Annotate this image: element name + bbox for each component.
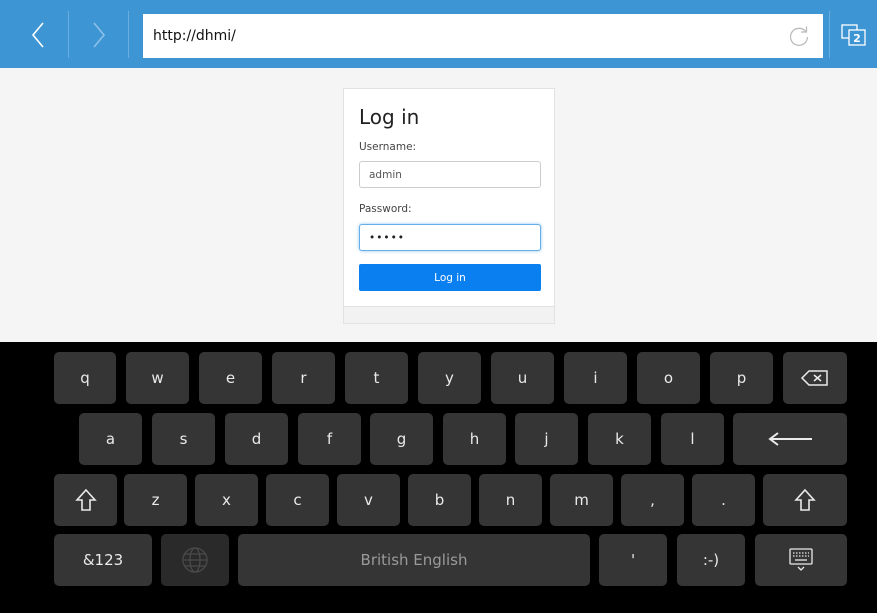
url-text: http://dhmi/ (153, 28, 236, 44)
login-card: Log in Username: admin Password: ••••• L… (343, 88, 555, 324)
card-footer (344, 306, 554, 323)
backspace-key[interactable] (783, 352, 847, 404)
forward-button[interactable] (68, 11, 129, 58)
key-b[interactable]: b (408, 474, 471, 526)
back-button[interactable] (9, 11, 67, 58)
key-i[interactable]: i (564, 352, 627, 404)
hide-keyboard-key[interactable] (755, 534, 847, 586)
keyboard-hide-icon (789, 548, 813, 571)
key-a[interactable]: a (79, 413, 142, 465)
virtual-keyboard: q w e r t y u i o p a s d f g h j k l z … (0, 342, 877, 613)
key-u[interactable]: u (491, 352, 554, 404)
tabs-button[interactable]: 2 (829, 11, 877, 58)
key-y[interactable]: y (418, 352, 481, 404)
key-z[interactable]: z (124, 474, 187, 526)
key-d[interactable]: d (225, 413, 288, 465)
tab-count: 2 (853, 32, 861, 45)
enter-icon (768, 432, 812, 446)
key-k[interactable]: k (588, 413, 651, 465)
key-r[interactable]: r (272, 352, 335, 404)
url-field[interactable]: http://dhmi/ (143, 14, 823, 58)
key-t[interactable]: t (345, 352, 408, 404)
key-comma[interactable]: , (621, 474, 684, 526)
tabs-icon: 2 (840, 23, 866, 46)
login-button[interactable]: Log in (359, 264, 541, 291)
key-h[interactable]: h (443, 413, 506, 465)
password-label: Password: (359, 203, 412, 215)
shift-icon (794, 488, 816, 511)
key-apostrophe[interactable]: ' (599, 534, 667, 586)
shift-key-left[interactable] (54, 474, 117, 526)
space-key[interactable]: British English (238, 534, 590, 586)
key-p[interactable]: p (710, 352, 773, 404)
key-n[interactable]: n (479, 474, 542, 526)
key-period[interactable]: . (692, 474, 755, 526)
key-m[interactable]: m (550, 474, 613, 526)
login-title: Log in (359, 105, 420, 129)
forward-arrow-icon (92, 21, 105, 48)
key-j[interactable]: j (515, 413, 578, 465)
smiley-key[interactable]: :-) (677, 534, 745, 586)
key-g[interactable]: g (370, 413, 433, 465)
key-v[interactable]: v (337, 474, 400, 526)
language-key[interactable] (161, 534, 229, 586)
symbols-key[interactable]: &123 (54, 534, 152, 586)
key-f[interactable]: f (298, 413, 361, 465)
reload-icon[interactable] (787, 24, 811, 48)
enter-key[interactable] (733, 413, 847, 465)
shift-icon (74, 488, 97, 511)
page-margin (0, 68, 9, 342)
key-o[interactable]: o (637, 352, 700, 404)
username-input[interactable]: admin (359, 161, 541, 188)
globe-icon (182, 547, 208, 573)
username-label: Username: (359, 141, 417, 153)
key-c[interactable]: c (266, 474, 329, 526)
key-q[interactable]: q (54, 352, 116, 404)
key-s[interactable]: s (152, 413, 215, 465)
shift-key-right[interactable] (763, 474, 847, 526)
web-page: Log in Username: admin Password: ••••• L… (9, 68, 877, 342)
back-arrow-icon (31, 21, 44, 48)
key-l[interactable]: l (661, 413, 724, 465)
key-w[interactable]: w (126, 352, 189, 404)
key-e[interactable]: e (199, 352, 262, 404)
backspace-icon (800, 370, 828, 386)
password-input[interactable]: ••••• (359, 224, 541, 251)
browser-toolbar: http://dhmi/ 2 (0, 0, 877, 68)
key-x[interactable]: x (195, 474, 258, 526)
